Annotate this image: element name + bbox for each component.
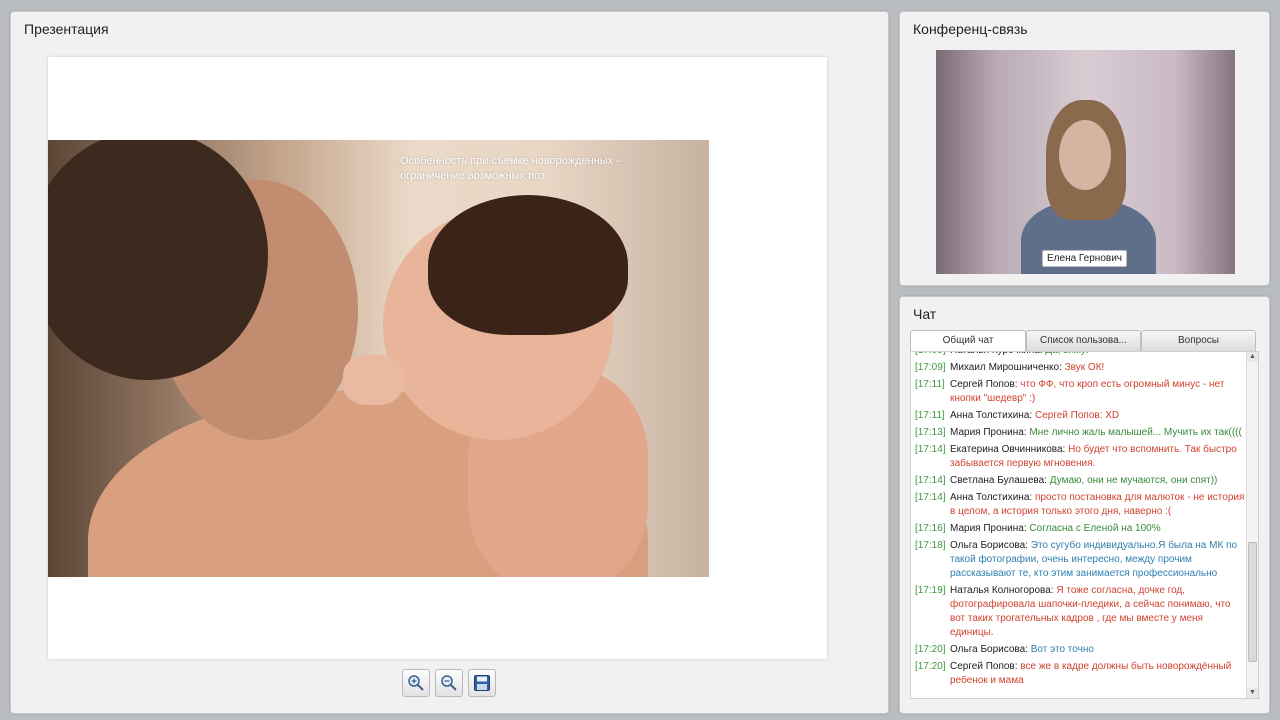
chat-message: [17:18] Ольга Борисова: Это сугубо индиви… [915, 539, 1245, 581]
message-time: [17:14] [915, 444, 946, 455]
message-body: Светлана Булашева: Думаю, они не мучаютс… [950, 474, 1245, 488]
message-time: [17:20] [915, 644, 946, 655]
message-author: Мария Пронина: [950, 427, 1027, 438]
message-body: Сергей Попов: что ФФ, что кроп есть огро… [950, 378, 1245, 406]
zoom-in-icon [408, 675, 424, 691]
chat-message: [17:11] Сергей Попов: что ФФ, что кроп ес… [915, 378, 1245, 406]
message-time: [17:11] [915, 410, 945, 421]
chat-message: [17:20] Сергей Попов: все же в кадре долж… [915, 660, 1245, 688]
message-body: Ольга Борисова: Вот это точно [950, 643, 1245, 657]
message-author: Светлана Булашева: [950, 475, 1047, 486]
conference-title: Конференц-связь [913, 21, 1028, 37]
message-time: [17:14] [915, 475, 946, 486]
message-author: Сергей Попов: [950, 661, 1018, 672]
message-text: Звук ОК! [1064, 362, 1105, 373]
chat-message: [17:09]Наталья Курочкина: Да, вижу! [915, 352, 1245, 358]
message-author: Ольга Борисова: [950, 644, 1028, 655]
message-time: [17:16] [915, 523, 946, 534]
message-body: Анна Толстихина: Сергей Попов: XD [950, 409, 1245, 423]
message-time: [17:14] [915, 492, 946, 503]
message-text: Вот это точно [1030, 644, 1094, 655]
chat-messages: [17:09]Наталья Курочкина: Да, вижу![17:0… [910, 351, 1259, 699]
message-time: [17:09] [915, 352, 950, 358]
message-body: Наталья Колногорова: Я тоже согласна, до… [950, 584, 1245, 640]
tab-questions[interactable]: Вопросы [1141, 330, 1256, 351]
presentation-toolbar [402, 669, 496, 699]
chat-message: [17:14] Светлана Булашева: Думаю, они не … [915, 474, 1245, 488]
chat-message: [17:09] Михаил Мирошниченко: Звук ОК! [915, 361, 1245, 375]
message-author: Наталья Курочкина: [950, 352, 1042, 356]
message-body: Мария Пронина: Согласна с Еленой на 100% [950, 522, 1245, 536]
message-body: Мария Пронина: Мне лично жаль малышей...… [950, 426, 1245, 440]
chat-message: [17:14] Екатерина Овчинникова: Но будет ч… [915, 443, 1245, 471]
presentation-title: Презентация [24, 21, 109, 37]
message-time: [17:18] [915, 540, 946, 551]
conference-panel: Конференц-связь Елена Гернович [899, 11, 1270, 286]
chat-tabs: Общий чат Список пользова... Вопросы [910, 330, 1256, 352]
message-time: [17:11] [915, 379, 945, 390]
message-body: Екатерина Овчинникова: Но будет что вспо… [950, 443, 1245, 471]
slide-caption: Особенность при съемке новорожденных – о… [400, 155, 623, 182]
chat-panel: Чат Общий чат Список пользова... Вопросы… [899, 296, 1270, 714]
zoom-in-button[interactable] [402, 669, 430, 697]
chat-message: [17:19] Наталья Колногорова: Я тоже согла… [915, 584, 1245, 640]
chat-message: [17:11] Анна Толстихина: Сергей Попов: XD [915, 409, 1245, 423]
chat-scrollbar[interactable]: ▲ ▼ [1246, 352, 1258, 698]
message-body: Анна Толстихина: просто постановка для м… [950, 491, 1245, 519]
message-body: Наталья Курочкина: Да, вижу! [950, 352, 1245, 358]
slide-photo: Особенность при съемке новорожденных – о… [48, 140, 709, 577]
video-feed: Елена Гернович [936, 50, 1235, 274]
message-body: Михаил Мирошниченко: Звук ОК! [950, 361, 1245, 375]
tab-user-list[interactable]: Список пользова... [1026, 330, 1141, 351]
chat-message: [17:13] Мария Пронина: Мне лично жаль мал… [915, 426, 1245, 440]
message-time: [17:13] [915, 427, 946, 438]
chat-title: Чат [913, 306, 937, 322]
tab-general-chat[interactable]: Общий чат [910, 330, 1026, 352]
zoom-out-button[interactable] [435, 669, 463, 697]
message-author: Мария Пронина: [950, 523, 1027, 534]
scroll-thumb[interactable] [1248, 542, 1257, 662]
presentation-panel: Презентация Особенность при съемке новор… [10, 11, 889, 714]
message-author: Анна Толстихина: [950, 410, 1033, 421]
message-body: Сергей Попов: все же в кадре должны быть… [950, 660, 1245, 688]
scroll-up-icon[interactable]: ▲ [1247, 352, 1258, 362]
message-text: Согласна с Еленой на 100% [1029, 523, 1161, 534]
message-author: Сергей Попов: [950, 379, 1018, 390]
chat-message: [17:20] Ольга Борисова: Вот это точно [915, 643, 1245, 657]
message-author: Анна Толстихина: [950, 492, 1033, 503]
save-button[interactable] [468, 669, 496, 697]
message-time: [17:19] [915, 585, 946, 596]
zoom-out-icon [441, 675, 457, 691]
message-author: Михаил Мирошниченко: [950, 362, 1062, 373]
message-list: [17:09]Наталья Курочкина: Да, вижу![17:0… [915, 352, 1245, 691]
message-time: [17:09] [915, 362, 946, 373]
message-author: Ольга Борисова: [950, 540, 1028, 551]
message-body: Ольга Борисова: Это сугубо индивидуально… [950, 539, 1245, 581]
message-text: Думаю, они не мучаются, они спят)) [1049, 475, 1218, 486]
slide: Особенность при съемке новорожденных – о… [48, 57, 827, 659]
message-author: Наталья Колногорова: [950, 585, 1054, 596]
message-text: Сергей Попов: XD [1034, 410, 1120, 421]
chat-message: [17:16] Мария Пронина: Согласна с Еленой … [915, 522, 1245, 536]
speaker-name-label: Елена Гернович [1042, 250, 1127, 267]
message-author: Екатерина Овчинникова: [950, 444, 1066, 455]
chat-message: [17:14] Анна Толстихина: просто постановк… [915, 491, 1245, 519]
message-time: [17:20] [915, 661, 946, 672]
scroll-down-icon[interactable]: ▼ [1247, 688, 1258, 698]
message-text: Да, вижу! [1045, 352, 1088, 356]
message-text: Мне лично жаль малышей... Мучить их так(… [1029, 427, 1242, 438]
save-icon [474, 675, 490, 691]
